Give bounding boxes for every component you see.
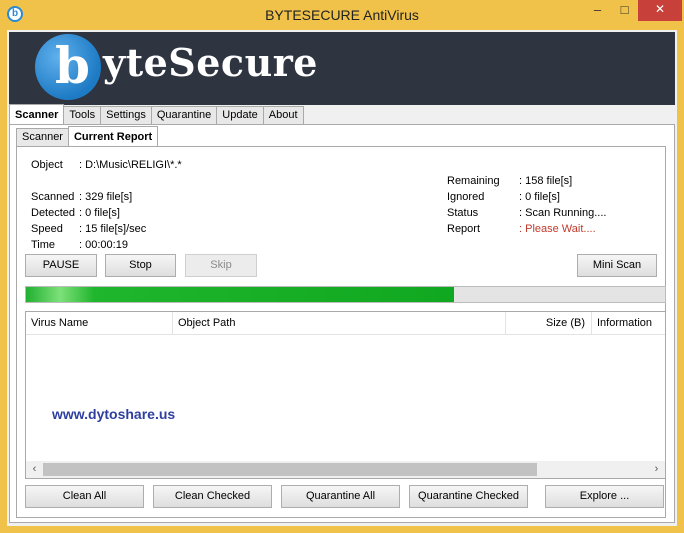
info-key: Ignored bbox=[447, 191, 485, 203]
info-status: Status : Scan Running.... bbox=[447, 205, 606, 221]
quarantine-checked-button[interactable]: Quarantine Checked bbox=[409, 485, 528, 508]
scroll-left-icon[interactable]: ‹ bbox=[26, 461, 43, 478]
info-value: : 0 file[s] bbox=[519, 191, 560, 203]
table-header: Virus Name Object Path Size (B) Informat… bbox=[26, 312, 665, 335]
title-bar: b BYTESECURE AntiVirus – □ ✕ bbox=[0, 0, 684, 30]
col-information[interactable]: Information bbox=[592, 312, 665, 334]
info-value: : 0 file[s] bbox=[79, 207, 120, 219]
info-key: Report bbox=[447, 223, 481, 235]
info-value: : Scan Running.... bbox=[519, 207, 607, 219]
info-value: : D:\Music\RELIGI\*.* bbox=[79, 159, 182, 171]
col-size[interactable]: Size (B) bbox=[506, 312, 592, 334]
info-key: Time bbox=[31, 239, 56, 251]
col-object-path[interactable]: Object Path bbox=[173, 312, 506, 334]
maximize-button[interactable]: □ bbox=[611, 0, 638, 21]
info-scanned: Scanned : 329 file[s] bbox=[31, 189, 182, 205]
client-area: b yteSecure Scanner Tools Settings Quara… bbox=[7, 30, 677, 526]
logo-letter: b bbox=[55, 36, 90, 95]
info-remaining: Remaining : 158 file[s] bbox=[447, 173, 606, 189]
scanner-panel: Scanner Current Report Object : D:\Music… bbox=[9, 124, 675, 523]
info-right: Remaining : 158 file[s] Ignored : 0 file… bbox=[447, 173, 606, 237]
info-value: : 158 file[s] bbox=[519, 175, 573, 187]
explore-button[interactable]: Explore ... bbox=[545, 485, 664, 508]
info-key: Status bbox=[447, 207, 479, 219]
tab-tools[interactable]: Tools bbox=[63, 106, 102, 124]
clean-checked-button[interactable]: Clean Checked bbox=[153, 485, 272, 508]
logo-icon: b bbox=[35, 34, 101, 100]
tab-about[interactable]: About bbox=[262, 106, 304, 124]
info-spacer bbox=[31, 173, 182, 189]
mini-scan-button[interactable]: Mini Scan bbox=[577, 254, 657, 277]
info-report: Report : Please Wait.... bbox=[447, 221, 606, 237]
info-detected: Detected : 0 file[s] bbox=[31, 205, 182, 221]
tab-settings[interactable]: Settings bbox=[100, 106, 152, 124]
info-value: : 00:00:19 bbox=[79, 239, 128, 251]
results-table[interactable]: Virus Name Object Path Size (B) Informat… bbox=[25, 311, 666, 479]
horizontal-scrollbar[interactable]: ‹ › bbox=[26, 461, 665, 478]
info-key: Detected bbox=[31, 207, 76, 219]
progress-fill bbox=[26, 287, 455, 302]
main-tabs: Scanner Tools Settings Quarantine Update… bbox=[9, 104, 304, 124]
report-panel: Object : D:\Music\RELIGI\*.* Scanned : 3… bbox=[16, 146, 666, 518]
info-key bbox=[31, 173, 79, 189]
info-ignored: Ignored : 0 file[s] bbox=[447, 189, 606, 205]
window-title: BYTESECURE AntiVirus bbox=[265, 7, 419, 23]
quarantine-all-button[interactable]: Quarantine All bbox=[281, 485, 400, 508]
pause-button[interactable]: PAUSE bbox=[25, 254, 97, 277]
info-key: Scanned bbox=[31, 191, 75, 203]
tab-scanner[interactable]: Scanner bbox=[9, 104, 65, 124]
stop-button[interactable]: Stop bbox=[105, 254, 176, 277]
sub-tabs: Scanner Current Report bbox=[16, 126, 159, 146]
info-key: Object bbox=[31, 159, 63, 171]
tab-update[interactable]: Update bbox=[216, 106, 264, 124]
info-object: Object : D:\Music\RELIGI\*.* bbox=[31, 157, 182, 173]
col-virus-name[interactable]: Virus Name bbox=[26, 312, 173, 334]
info-speed: Speed : 15 file[s]/sec bbox=[31, 221, 182, 237]
info-key: Remaining bbox=[447, 175, 500, 187]
watermark-text: www.dytoshare.us bbox=[52, 406, 176, 422]
scroll-thumb[interactable] bbox=[43, 463, 537, 476]
subtab-scanner[interactable]: Scanner bbox=[16, 128, 69, 146]
info-time: Time : 00:00:19 bbox=[31, 237, 182, 253]
close-button[interactable]: ✕ bbox=[638, 0, 682, 21]
scan-progress-bar bbox=[25, 286, 666, 303]
info-left: Object : D:\Music\RELIGI\*.* Scanned : 3… bbox=[31, 157, 182, 253]
minimize-button[interactable]: – bbox=[584, 0, 611, 21]
info-key: Speed bbox=[31, 223, 63, 235]
info-value: : 15 file[s]/sec bbox=[79, 223, 147, 235]
tab-quarantine[interactable]: Quarantine bbox=[150, 106, 218, 124]
skip-button[interactable]: Skip bbox=[185, 254, 257, 277]
info-value: : 329 file[s] bbox=[79, 191, 133, 203]
scroll-right-icon[interactable]: › bbox=[648, 461, 665, 478]
clean-all-button[interactable]: Clean All bbox=[25, 485, 144, 508]
subtab-current-report[interactable]: Current Report bbox=[67, 126, 159, 146]
info-value: : Please Wait.... bbox=[519, 223, 596, 235]
logo-text: yteSecure bbox=[103, 40, 318, 85]
banner: b yteSecure bbox=[9, 32, 675, 105]
